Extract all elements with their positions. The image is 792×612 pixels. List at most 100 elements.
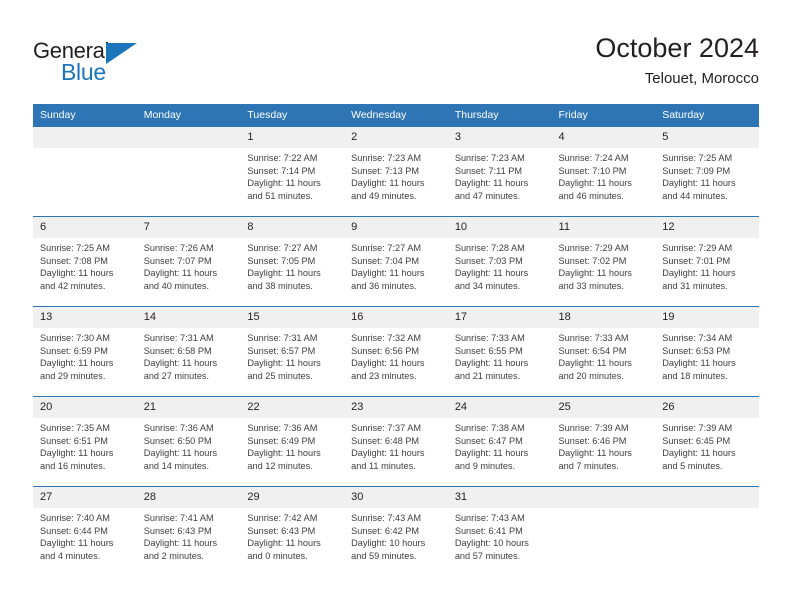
daylight-duration-line1: Daylight: 11 hours [662, 358, 736, 369]
day-details: Sunrise: 7:31 AM Sunset: 6:57 PM Daylight:… [240, 328, 344, 383]
calendar-day-cell[interactable]: 12 Sunrise: 7:29 AM Sunset: 7:01 PM Dayligh… [655, 216, 759, 307]
calendar-day-cell[interactable]: 25 Sunrise: 7:39 AM Sunset: 6:46 PM Dayligh… [551, 396, 656, 487]
calendar-day-cell[interactable]: 22 Sunrise: 7:36 AM Sunset: 6:49 PM Dayligh… [240, 396, 345, 487]
calendar-day-cell[interactable]: 27 Sunrise: 7:40 AM Sunset: 6:44 PM Dayligh… [33, 486, 137, 577]
day-details: Sunrise: 7:30 AM Sunset: 6:59 PM Daylight:… [33, 328, 137, 383]
page-title: October 2024 [595, 33, 759, 63]
day-number: 11 [551, 217, 656, 238]
sunset-time: Sunset: 6:44 PM [40, 525, 108, 536]
sunrise-time: Sunrise: 7:31 AM [247, 333, 318, 343]
day-details: Sunrise: 7:26 AM Sunset: 7:07 PM Daylight:… [137, 238, 241, 293]
daylight-duration-line2: and 25 minutes. [247, 371, 313, 382]
calendar-day-cell[interactable]: 7 Sunrise: 7:26 AM Sunset: 7:07 PM Daylight… [136, 216, 241, 307]
daylight-duration-line2: and 40 minutes. [143, 281, 210, 292]
daylight-duration-line1: Daylight: 11 hours [40, 268, 114, 279]
daylight-duration-line2: and 44 minutes. [662, 191, 728, 202]
sunrise-time: Sunrise: 7:27 AM [247, 243, 318, 253]
day-number: 31 [447, 487, 552, 508]
daylight-duration-line2: and 49 minutes. [351, 191, 417, 202]
day-details: Sunrise: 7:37 AM Sunset: 6:48 PM Daylight:… [344, 418, 448, 473]
sunset-time: Sunset: 6:55 PM [454, 345, 523, 356]
weekday-header-thursday: Thursday [447, 104, 552, 127]
day-number: 19 [655, 307, 759, 328]
day-number: 15 [240, 307, 345, 328]
calendar-day-cell[interactable]: 21 Sunrise: 7:36 AM Sunset: 6:50 PM Dayligh… [136, 396, 241, 487]
day-number: 27 [33, 487, 137, 508]
sunset-time: Sunset: 7:14 PM [247, 165, 316, 176]
calendar-day-cell[interactable]: 28 Sunrise: 7:41 AM Sunset: 6:43 PM Dayligh… [136, 486, 241, 577]
weekday-header-tuesday: Tuesday [240, 104, 345, 127]
calendar-day-cell[interactable]: 10 Sunrise: 7:28 AM Sunset: 7:03 PM Dayligh… [447, 216, 552, 307]
sunset-time: Sunset: 6:53 PM [662, 345, 731, 356]
calendar-day-cell[interactable]: 14 Sunrise: 7:31 AM Sunset: 6:58 PM Dayligh… [136, 306, 241, 397]
daylight-duration-line2: and 7 minutes. [558, 461, 619, 472]
day-details: Sunrise: 7:36 AM Sunset: 6:50 PM Daylight:… [137, 418, 241, 473]
weekday-header-friday: Friday [551, 104, 656, 127]
calendar-day-cell[interactable]: 20 Sunrise: 7:35 AM Sunset: 6:51 PM Dayligh… [33, 396, 137, 487]
sunset-time: Sunset: 6:42 PM [351, 525, 420, 536]
day-number [33, 127, 137, 148]
daylight-duration-line2: and 12 minutes. [247, 461, 313, 472]
calendar-day-cell[interactable]: 11 Sunrise: 7:29 AM Sunset: 7:02 PM Dayligh… [551, 216, 656, 307]
calendar-day-cell[interactable]: 19 Sunrise: 7:34 AM Sunset: 6:53 PM Dayligh… [655, 306, 759, 397]
calendar-day-cell[interactable]: 26 Sunrise: 7:39 AM Sunset: 6:45 PM Dayligh… [655, 396, 759, 487]
calendar-day-cell[interactable]: 1 Sunrise: 7:22 AM Sunset: 7:14 PM Daylight… [240, 126, 345, 217]
daylight-duration-line1: Daylight: 11 hours [454, 358, 529, 369]
calendar-day-cell-empty [655, 486, 759, 577]
calendar-day-cell[interactable]: 5 Sunrise: 7:25 AM Sunset: 7:09 PM Daylight… [655, 126, 759, 217]
daylight-duration-line1: Daylight: 11 hours [351, 448, 425, 459]
calendar-day-cell[interactable]: 23 Sunrise: 7:37 AM Sunset: 6:48 PM Dayligh… [344, 396, 448, 487]
day-number: 6 [33, 217, 137, 238]
calendar-day-cell[interactable]: 29 Sunrise: 7:42 AM Sunset: 6:43 PM Dayligh… [240, 486, 345, 577]
calendar-day-cell[interactable]: 30 Sunrise: 7:43 AM Sunset: 6:42 PM Dayligh… [344, 486, 448, 577]
sunset-time: Sunset: 7:11 PM [454, 165, 523, 176]
day-number: 26 [655, 397, 759, 418]
sunrise-time: Sunrise: 7:27 AM [351, 243, 422, 253]
sunset-time: Sunset: 7:03 PM [454, 255, 523, 266]
sunset-time: Sunset: 6:48 PM [351, 435, 420, 446]
day-number: 21 [136, 397, 241, 418]
sunrise-time: Sunrise: 7:38 AM [454, 423, 525, 433]
sunrise-time: Sunrise: 7:24 AM [558, 153, 629, 163]
day-details: Sunrise: 7:42 AM Sunset: 6:43 PM Daylight:… [240, 508, 344, 563]
sunset-time: Sunset: 6:50 PM [143, 435, 212, 446]
calendar-day-cell[interactable]: 31 Sunrise: 7:43 AM Sunset: 6:41 PM Dayligh… [447, 486, 552, 577]
day-number: 30 [344, 487, 448, 508]
calendar-day-cell[interactable]: 4 Sunrise: 7:24 AM Sunset: 7:10 PM Daylight… [551, 126, 656, 217]
day-details: Sunrise: 7:31 AM Sunset: 6:58 PM Daylight:… [137, 328, 241, 383]
day-number [655, 487, 759, 508]
daylight-duration-line2: and 2 minutes. [143, 551, 204, 562]
calendar-day-cell-empty [551, 486, 656, 577]
calendar-day-cell[interactable]: 18 Sunrise: 7:33 AM Sunset: 6:54 PM Dayligh… [551, 306, 656, 397]
calendar-day-cell-empty [136, 126, 241, 217]
sunset-time: Sunset: 7:07 PM [143, 255, 212, 266]
day-details: Sunrise: 7:23 AM Sunset: 7:13 PM Daylight:… [344, 148, 448, 203]
sunrise-sunset-calendar: Sunday Monday Tuesday Wednesday Thursday… [33, 104, 759, 577]
calendar-day-cell[interactable]: 13 Sunrise: 7:30 AM Sunset: 6:59 PM Dayligh… [33, 306, 137, 397]
calendar-day-cell[interactable]: 16 Sunrise: 7:32 AM Sunset: 6:56 PM Dayligh… [344, 306, 448, 397]
sunrise-time: Sunrise: 7:34 AM [662, 333, 733, 343]
daylight-duration-line1: Daylight: 10 hours [351, 538, 426, 549]
calendar-day-cell-empty [33, 126, 137, 217]
daylight-duration-line2: and 36 minutes. [351, 281, 417, 292]
daylight-duration-line1: Daylight: 10 hours [454, 538, 529, 549]
daylight-duration-line1: Daylight: 11 hours [662, 178, 736, 189]
calendar-day-cell[interactable]: 15 Sunrise: 7:31 AM Sunset: 6:57 PM Dayligh… [240, 306, 345, 397]
day-details: Sunrise: 7:35 AM Sunset: 6:51 PM Daylight:… [33, 418, 137, 473]
calendar-week-row: 27 Sunrise: 7:40 AM Sunset: 6:44 PM Dayligh… [33, 486, 759, 577]
daylight-duration-line1: Daylight: 11 hours [247, 178, 321, 189]
calendar-day-cell[interactable]: 17 Sunrise: 7:33 AM Sunset: 6:55 PM Dayligh… [447, 306, 552, 397]
calendar-day-cell[interactable]: 24 Sunrise: 7:38 AM Sunset: 6:47 PM Dayligh… [447, 396, 552, 487]
calendar-day-cell[interactable]: 6 Sunrise: 7:25 AM Sunset: 7:08 PM Daylight… [33, 216, 137, 307]
general-blue-logo[interactable]: General Blue [33, 38, 163, 86]
calendar-day-cell[interactable]: 3 Sunrise: 7:23 AM Sunset: 7:11 PM Daylight… [447, 126, 552, 217]
calendar-body: 1 Sunrise: 7:22 AM Sunset: 7:14 PM Daylight… [33, 126, 759, 577]
sunset-time: Sunset: 6:43 PM [143, 525, 212, 536]
calendar-day-cell[interactable]: 8 Sunrise: 7:27 AM Sunset: 7:05 PM Daylight… [240, 216, 345, 307]
calendar-day-cell[interactable]: 9 Sunrise: 7:27 AM Sunset: 7:04 PM Daylight… [344, 216, 448, 307]
daylight-duration-line1: Daylight: 11 hours [143, 538, 218, 549]
day-details: Sunrise: 7:39 AM Sunset: 6:45 PM Daylight:… [655, 418, 759, 473]
day-details: Sunrise: 7:24 AM Sunset: 7:10 PM Daylight:… [552, 148, 656, 203]
calendar-day-cell[interactable]: 2 Sunrise: 7:23 AM Sunset: 7:13 PM Daylight… [344, 126, 448, 217]
daylight-duration-line2: and 59 minutes. [351, 551, 417, 562]
